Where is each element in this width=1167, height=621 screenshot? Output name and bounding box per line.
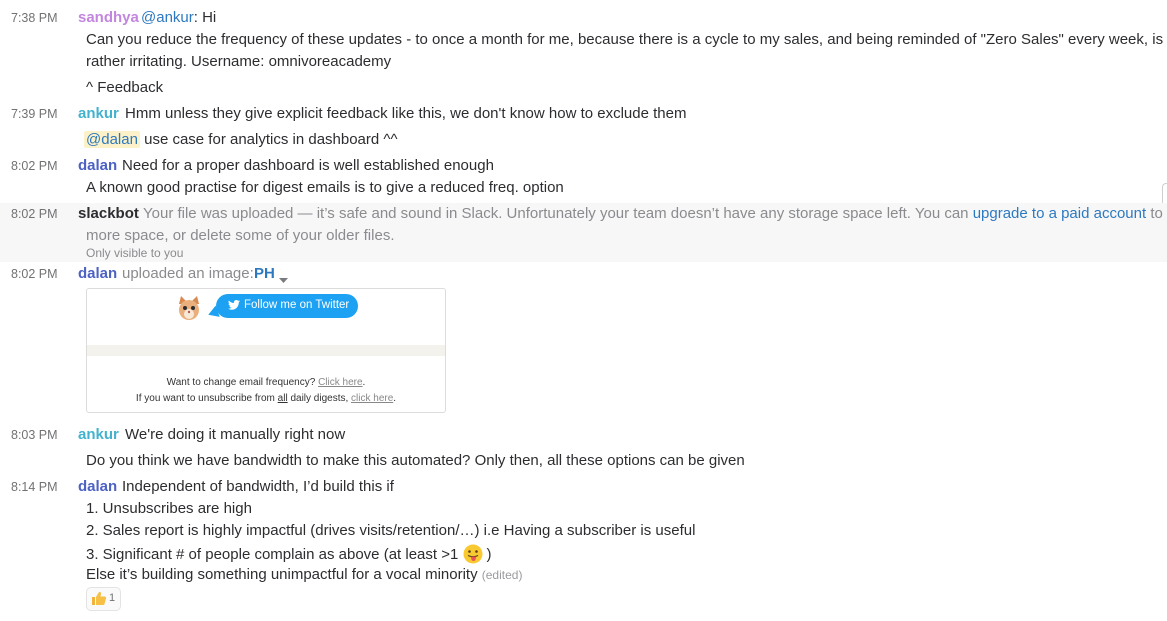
message-timestamp[interactable]: 8:02 PM (11, 159, 58, 173)
list-item: 1. Unsubscribes are high (86, 500, 252, 517)
message-timestamp[interactable]: 8:02 PM (11, 267, 58, 281)
slackbot-message-line: Your file was uploaded — it’s safe and s… (143, 205, 1167, 222)
message-text: Independent of bandwidth, I’d build this… (122, 478, 394, 495)
message-text: Hmm unless they give explicit feedback l… (125, 105, 687, 122)
message-text: Need for a proper dashboard is well esta… (122, 157, 494, 174)
message-text: We're doing it manually right now (125, 426, 346, 443)
message-text: Can you reduce the frequency of these up… (86, 31, 1164, 48)
upgrade-link[interactable]: upgrade to a paid account (973, 205, 1146, 222)
username-slackbot[interactable]: slackbot (78, 205, 139, 222)
thumbs-up-icon (91, 591, 107, 611)
file-name-link[interactable]: PH (254, 265, 275, 282)
message-text: more space, or delete some of your older… (86, 227, 395, 244)
twitter-bird-icon (228, 300, 240, 313)
twitter-follow-label: Follow me on Twitter (244, 299, 350, 311)
upload-action-text: uploaded an image: (122, 265, 254, 282)
message-text: Do you think we have bandwidth to make t… (86, 452, 745, 469)
username-sandhya[interactable]: sandhya (78, 9, 139, 26)
list-item: 2. Sales report is highly impactful (dri… (86, 522, 696, 539)
message-text: rather irritating. Username: omnivoreaca… (86, 53, 392, 70)
message-timestamp[interactable]: 7:39 PM (11, 107, 58, 121)
reaction-count: 1 (109, 592, 116, 604)
cat-avatar-icon (175, 295, 203, 328)
list-item: 3. Significant # of people complain as a… (86, 544, 492, 568)
unsubscribe-line: If you want to unsubscribe from all dail… (135, 393, 397, 404)
message-first-line: @ankur: Hi (141, 9, 217, 26)
message-timestamp[interactable]: 8:02 PM (11, 207, 58, 221)
preview-divider-band (87, 345, 445, 356)
file-menu-caret-icon[interactable] (279, 271, 288, 289)
username-ankur[interactable]: ankur (78, 105, 119, 122)
tongue-out-emoji-icon (463, 544, 483, 568)
username-ankur[interactable]: ankur (78, 426, 119, 443)
message-text: Else it’s building something unimpactful… (86, 566, 523, 583)
message-text: ^ Feedback (86, 79, 164, 96)
username-dalan[interactable]: dalan (78, 265, 117, 282)
username-dalan[interactable]: dalan (78, 478, 117, 495)
message-second-line: @dalan use case for analytics in dashboa… (84, 131, 398, 148)
message-text: A known good practise for digest emails … (86, 179, 564, 196)
message-timestamp[interactable]: 7:38 PM (11, 11, 58, 25)
image-preview[interactable]: Follow me on Twitter Want to change emai… (86, 288, 446, 413)
reaction-thumbs-up[interactable]: 1 (86, 587, 121, 611)
change-frequency-link[interactable]: Click here (318, 377, 362, 388)
email-frequency-line: Want to change email frequency? Click he… (166, 377, 366, 388)
mention-ankur[interactable]: @ankur (141, 9, 194, 26)
message-timestamp[interactable]: 8:14 PM (11, 480, 58, 494)
unsubscribe-link[interactable]: click here (351, 393, 393, 404)
mention-dalan[interactable]: @dalan (84, 131, 140, 148)
message-timestamp[interactable]: 8:03 PM (11, 428, 58, 442)
username-dalan[interactable]: dalan (78, 157, 117, 174)
twitter-follow-button[interactable]: Follow me on Twitter (216, 294, 358, 318)
edited-label: (edited) (481, 568, 523, 582)
visibility-note: Only visible to you (86, 246, 184, 260)
